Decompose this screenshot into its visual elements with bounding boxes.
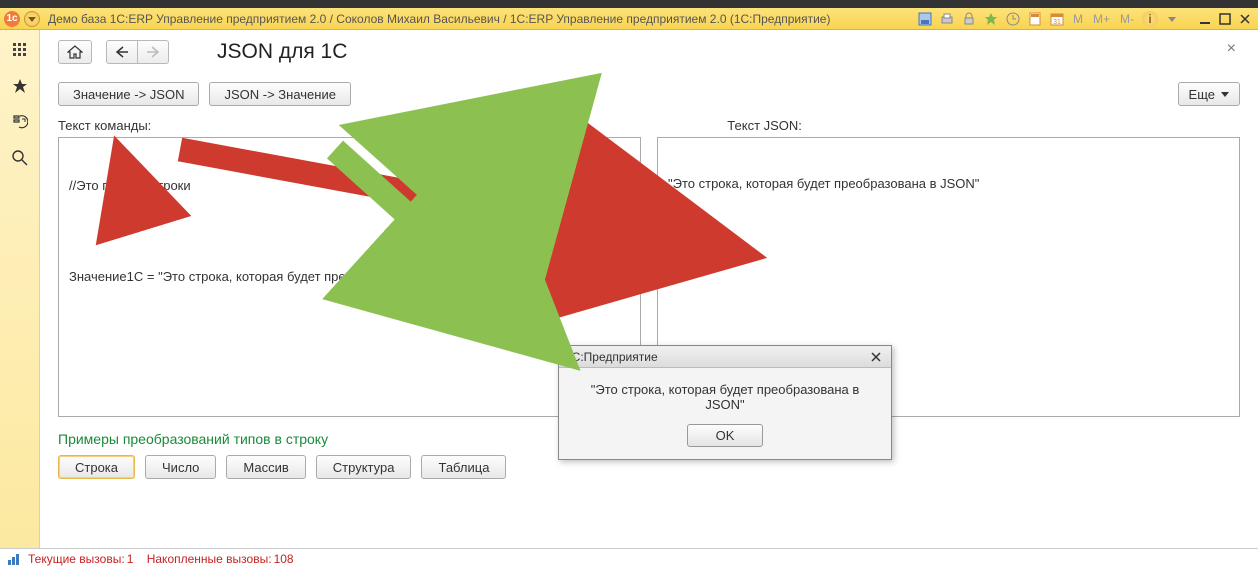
app-logo-icon: 1c <box>4 11 20 27</box>
favorite-icon[interactable] <box>983 11 999 27</box>
dialog-body: "Это строка, которая будет преобразована… <box>559 368 891 418</box>
type-number-button[interactable]: Число <box>145 455 216 479</box>
window-titlebar: 1c Демо база 1С:ERP Управление предприят… <box>0 8 1258 30</box>
code-line: //Это пример строки <box>69 178 630 193</box>
perf-icon <box>6 551 22 567</box>
favorites-star-icon[interactable] <box>10 76 30 96</box>
json-to-value-button[interactable]: JSON -> Значение <box>209 82 350 106</box>
status-bar: Текущие вызовы: 1 Накопленные вызовы: 10… <box>0 548 1258 568</box>
left-rail <box>0 30 40 548</box>
calculator-icon[interactable] <box>1027 11 1043 27</box>
tab-close-button[interactable]: × <box>1223 40 1240 58</box>
memory-m[interactable]: M <box>1071 12 1085 26</box>
dialog-close-button[interactable] <box>867 349 885 365</box>
info-icon[interactable]: i <box>1142 11 1158 27</box>
calendar-icon[interactable]: 31 <box>1049 11 1065 27</box>
history-icon[interactable] <box>1005 11 1021 27</box>
dialog-title: 1С:Предприятие <box>565 350 658 364</box>
home-button[interactable] <box>58 40 92 64</box>
command-text-pane[interactable]: //Это пример строки Значение1С = "Это ст… <box>58 137 641 417</box>
value-to-json-button[interactable]: Значение -> JSON <box>58 82 199 106</box>
print-icon[interactable] <box>939 11 955 27</box>
code-line: Значение1С = "Это строка, которая будет … <box>69 269 630 284</box>
type-array-button[interactable]: Массив <box>226 455 305 479</box>
status-current-label: Текущие вызовы: <box>28 552 125 566</box>
forward-button[interactable] <box>138 40 169 64</box>
titlebar-menu-dropdown[interactable] <box>24 11 40 27</box>
top-dark-strip <box>0 0 1258 8</box>
more-label: Еще <box>1189 87 1215 102</box>
save-icon[interactable] <box>917 11 933 27</box>
info-dropdown-icon[interactable] <box>1164 11 1180 27</box>
apps-grid-icon[interactable] <box>10 40 30 60</box>
right-pane-label: Текст JSON: <box>727 118 802 133</box>
history-rail-icon[interactable] <box>10 112 30 132</box>
lock-icon[interactable] <box>961 11 977 27</box>
memory-m-plus[interactable]: M+ <box>1091 12 1112 26</box>
type-struct-button[interactable]: Структура <box>316 455 412 479</box>
window-title: Демо база 1С:ERP Управление предприятием… <box>48 12 917 26</box>
left-pane-label: Текст команды: <box>58 118 151 133</box>
svg-text:31: 31 <box>1053 19 1061 26</box>
chevron-down-icon <box>1221 90 1229 98</box>
window-close-button[interactable] <box>1236 11 1254 27</box>
back-button[interactable] <box>106 40 138 64</box>
type-table-button[interactable]: Таблица <box>421 455 506 479</box>
maximize-button[interactable] <box>1216 11 1234 27</box>
more-button[interactable]: Еще <box>1178 82 1240 106</box>
status-accum-label: Накопленные вызовы: <box>147 552 272 566</box>
workspace-header: JSON для 1С × <box>58 40 1240 64</box>
status-current-value: 1 <box>127 552 134 566</box>
json-output-line: "Это строка, которая будет преобразована… <box>668 176 1229 191</box>
memory-m-minus[interactable]: M- <box>1118 12 1136 26</box>
page-title: JSON для 1С <box>217 40 347 64</box>
dialog-ok-button[interactable]: OK <box>687 424 764 447</box>
search-rail-icon[interactable] <box>10 148 30 168</box>
minimize-button[interactable] <box>1196 11 1214 27</box>
type-string-button[interactable]: Строка <box>58 455 135 479</box>
status-accum-value: 108 <box>274 552 294 566</box>
message-dialog: 1С:Предприятие "Это строка, которая буде… <box>558 345 892 460</box>
